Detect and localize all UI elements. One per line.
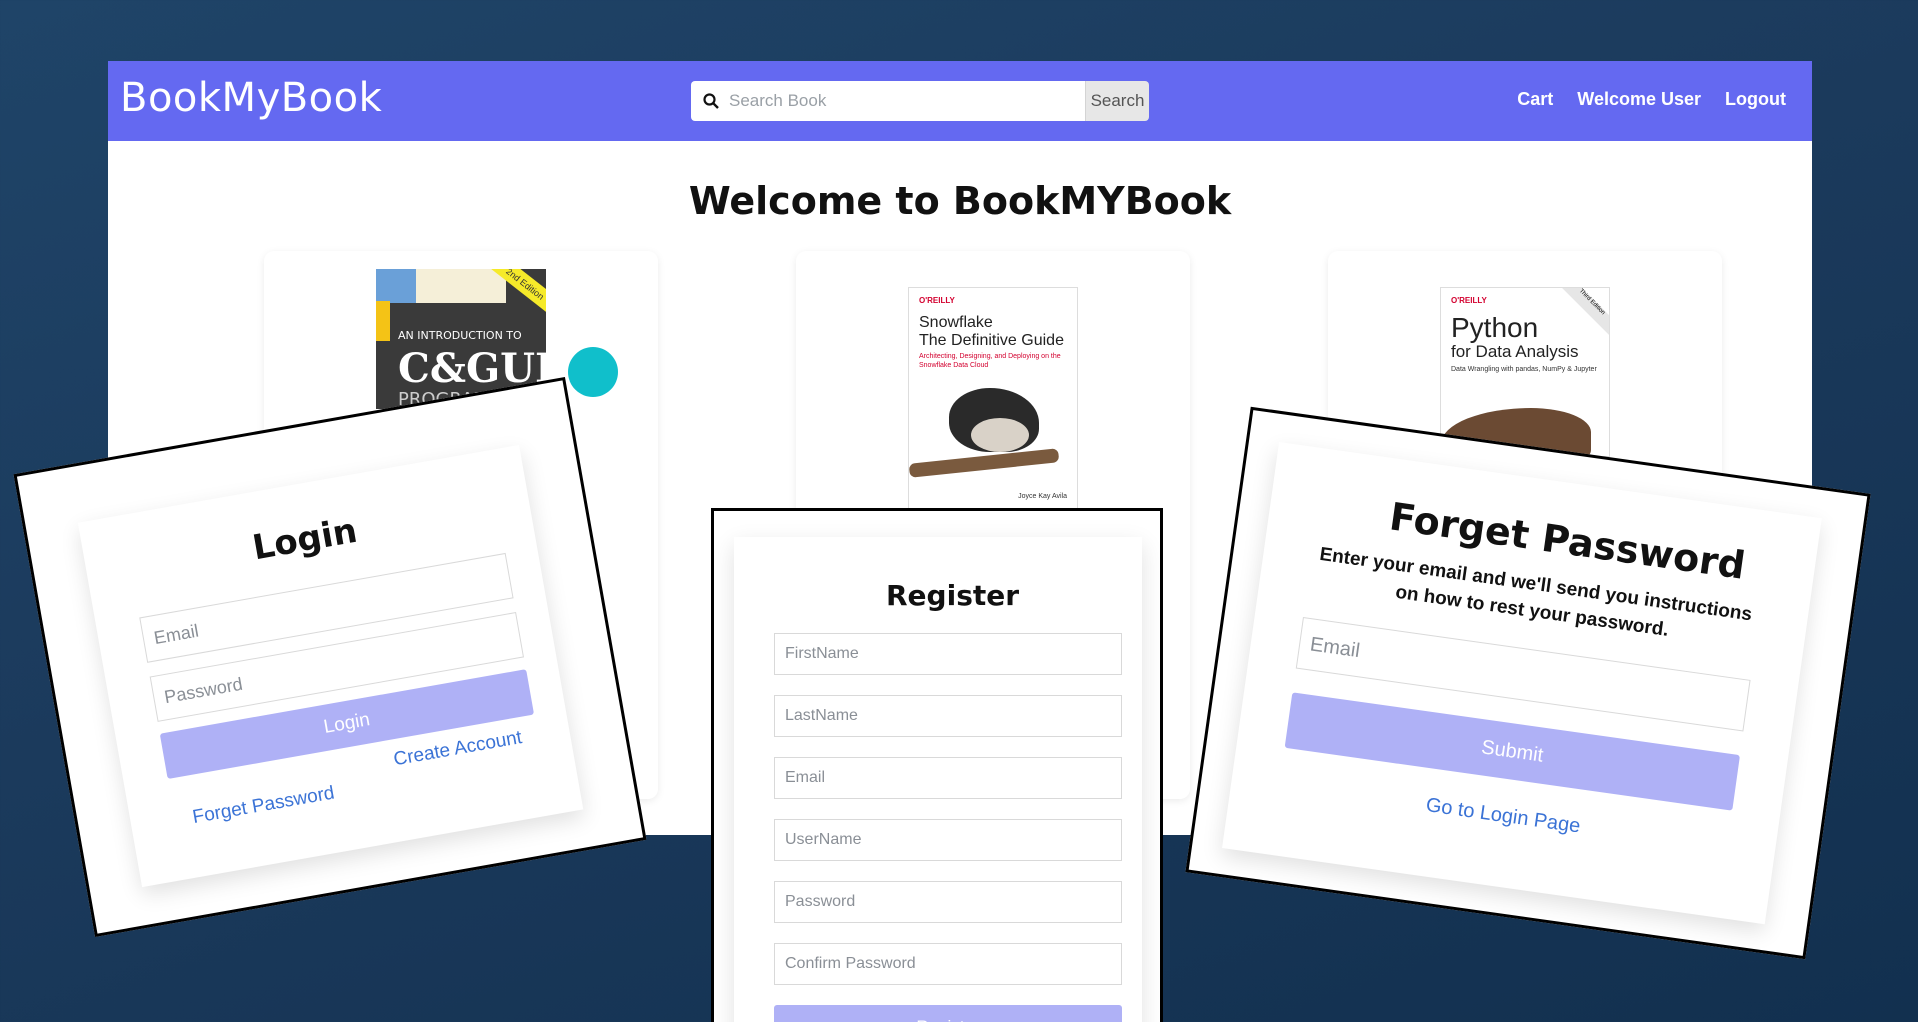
brand-logo[interactable]: BookMyBook xyxy=(120,75,382,121)
go-to-login-link[interactable]: Go to Login Page xyxy=(1424,794,1581,838)
confirm-password-input[interactable] xyxy=(774,943,1122,985)
search-button[interactable]: Search xyxy=(1085,81,1149,121)
bird-belly xyxy=(971,418,1029,452)
cover-title-line2: for Data Analysis xyxy=(1451,342,1579,361)
cover-tagline: Architecting, Designing, and Deploying o… xyxy=(919,353,1061,369)
forget-password-card: Forget Password Enter your email and we'… xyxy=(1222,442,1822,925)
login-card: Login Login Forget Password Create Accou… xyxy=(77,444,584,888)
cart-link[interactable]: Cart xyxy=(1517,89,1553,110)
book-cover-image[interactable]: O'REILLY Snowflake The Definitive Guide … xyxy=(908,287,1078,509)
book-cover-image[interactable]: O'REILLY Third Edition Python for Data A… xyxy=(1440,287,1610,457)
register-password-input[interactable] xyxy=(774,881,1122,923)
lastname-input[interactable] xyxy=(774,695,1122,737)
cover-title-sub: The Definitive Guide xyxy=(919,332,1064,349)
cover-subtitle: AN INTRODUCTION TO xyxy=(398,329,522,342)
cover-author: Joyce Kay Avila xyxy=(1018,493,1067,500)
forget-password-panel: Forget Password Enter your email and we'… xyxy=(1185,406,1871,960)
firstname-input[interactable] xyxy=(774,633,1122,675)
page-title: Welcome to BookMYBook xyxy=(688,179,1232,223)
login-panel: Login Login Forget Password Create Accou… xyxy=(13,376,647,938)
navbar: BookMyBook Search Cart Welcome User Logo… xyxy=(108,61,1812,141)
logout-link[interactable]: Logout xyxy=(1725,89,1786,110)
cover-title: Python xyxy=(1451,312,1539,343)
search-group: Search xyxy=(691,81,1149,121)
search-input[interactable] xyxy=(729,91,1069,111)
cover-tagline: Data Wrangling with pandas, NumPy & Jupy… xyxy=(1451,366,1597,373)
welcome-user-link[interactable]: Welcome User xyxy=(1577,89,1701,110)
register-button[interactable]: Register xyxy=(774,1005,1122,1022)
register-email-input[interactable] xyxy=(774,757,1122,799)
register-title: Register xyxy=(886,579,1020,612)
login-title: Login xyxy=(249,510,361,569)
forget-password-link[interactable]: Forget Password xyxy=(191,782,336,829)
search-icon xyxy=(703,93,719,109)
register-card: Register Register xyxy=(734,537,1142,1022)
publisher-label: O'REILLY xyxy=(1451,296,1487,305)
cursor-dot-icon xyxy=(568,347,618,397)
nav-links: Cart Welcome User Logout xyxy=(1517,89,1786,110)
publisher-label: O'REILLY xyxy=(919,296,955,305)
cover-title: Snowflake The Definitive Guide xyxy=(919,314,1064,350)
username-input[interactable] xyxy=(774,819,1122,861)
register-panel: Register Register xyxy=(711,508,1163,1022)
cover-title-main: Snowflake xyxy=(919,314,993,331)
edition-label: Third Edition xyxy=(1555,288,1609,339)
search-field[interactable] xyxy=(691,81,1085,121)
branch-illustration xyxy=(909,448,1060,478)
